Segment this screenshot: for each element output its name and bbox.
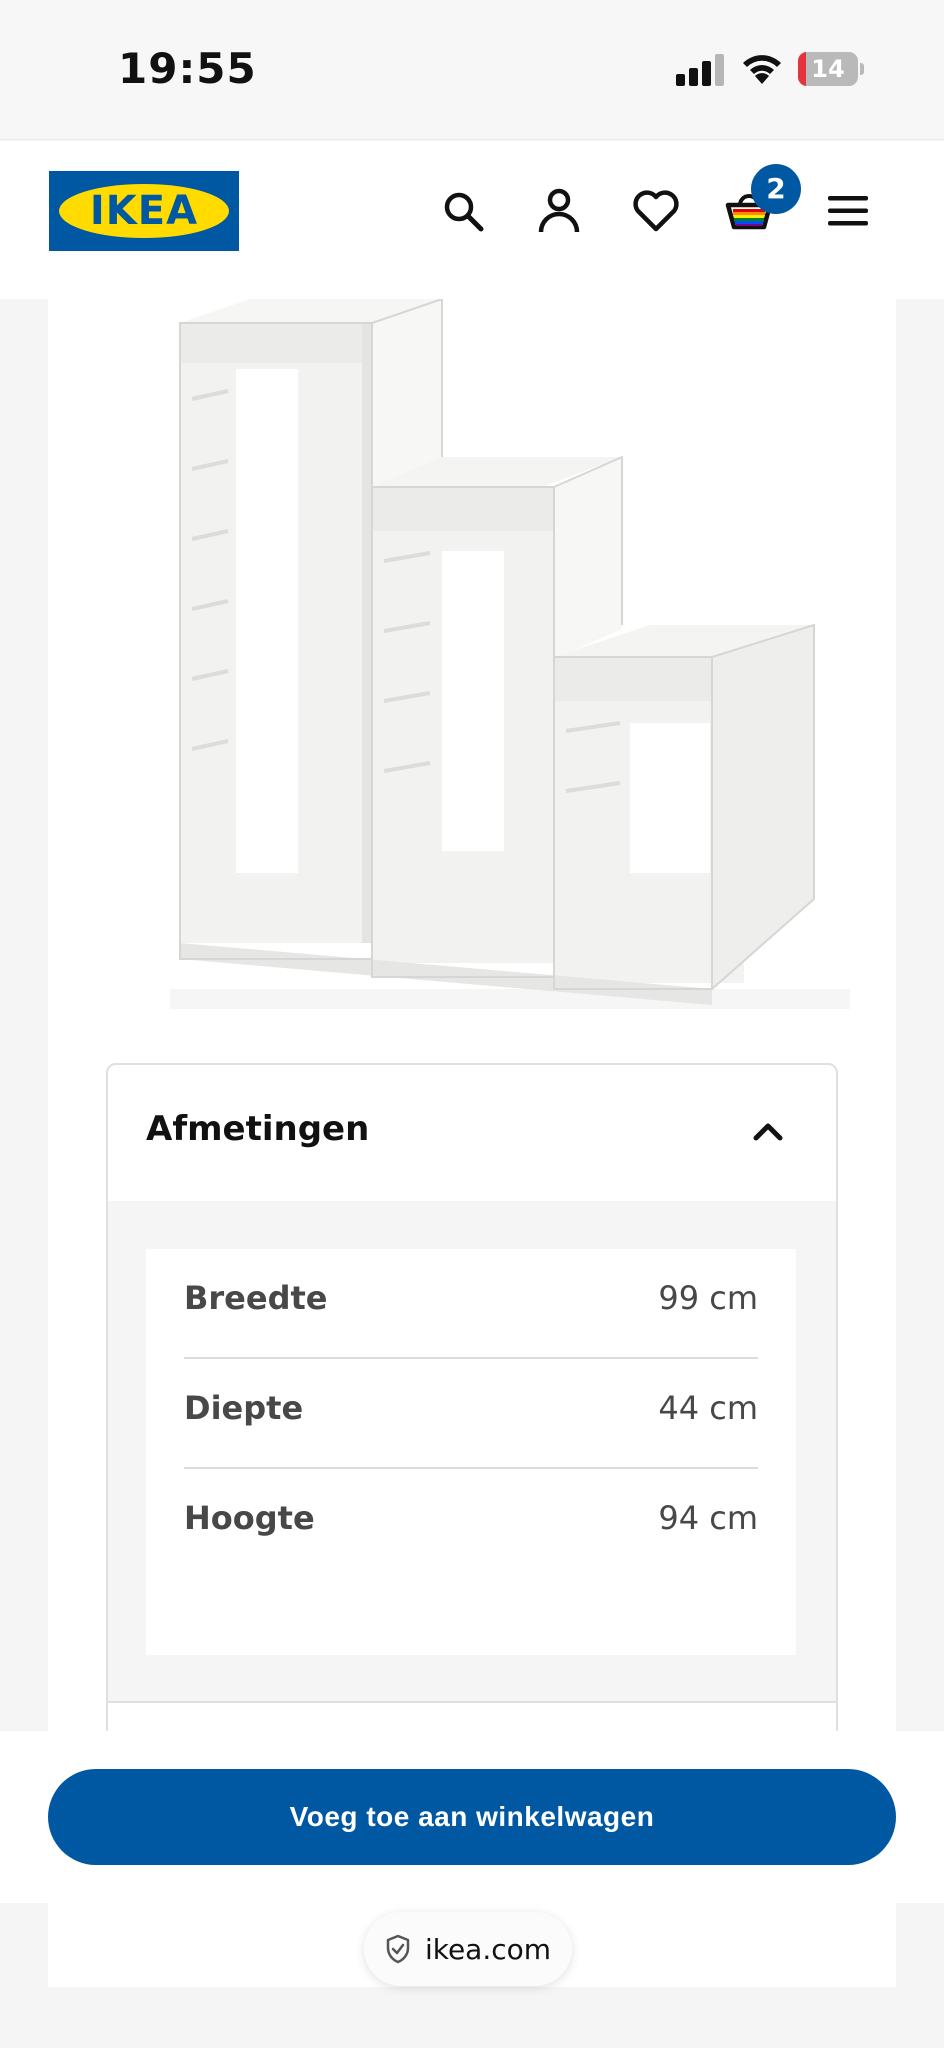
dimension-value: 44 cm xyxy=(658,1389,758,1427)
heart-icon[interactable] xyxy=(626,181,686,241)
dimensions-accordion-header[interactable]: Afmetingen xyxy=(108,1065,836,1201)
search-icon[interactable] xyxy=(433,181,493,241)
cart-count-badge: 2 xyxy=(751,164,801,214)
dimensions-accordion: Afmetingen Breedte 99 cm Diepte 44 cm Ho… xyxy=(106,1063,838,1763)
dimension-row-depth: Diepte 44 cm xyxy=(184,1359,758,1469)
dimension-label: Hoogte xyxy=(184,1499,315,1537)
dimension-value: 94 cm xyxy=(658,1499,758,1537)
chevron-up-icon[interactable] xyxy=(748,1111,788,1151)
page: 19:55 14 IKEA 2 Afmetingen Breedte 99 cm… xyxy=(0,0,944,2048)
dimension-label: Diepte xyxy=(184,1389,304,1427)
logo-text: IKEA xyxy=(89,188,199,234)
product-image[interactable] xyxy=(130,297,890,1019)
shield-check-icon xyxy=(386,1934,410,1964)
url-text: ikea.com xyxy=(424,1932,552,1966)
battery-level: 14 xyxy=(811,55,845,83)
dimension-row-height: Hoogte 94 cm xyxy=(184,1469,758,1579)
dimension-value: 99 cm xyxy=(658,1279,758,1317)
signal-icon xyxy=(676,54,724,86)
dimensions-table: Breedte 99 cm Diepte 44 cm Hoogte 94 cm xyxy=(146,1249,796,1655)
wifi-icon xyxy=(738,50,786,86)
add-to-cart-button[interactable]: Voeg toe aan winkelwagen xyxy=(48,1769,896,1865)
divider xyxy=(108,1701,836,1703)
ikea-logo[interactable]: IKEA xyxy=(49,171,239,251)
status-time: 19:55 xyxy=(118,44,257,93)
site-header: IKEA xyxy=(0,141,944,299)
browser-url-bar[interactable]: ikea.com xyxy=(364,1912,572,1986)
battery-icon: 14 xyxy=(798,52,864,86)
dimensions-title: Afmetingen xyxy=(146,1109,370,1149)
menu-icon[interactable] xyxy=(818,181,878,241)
dimension-label: Breedte xyxy=(184,1279,328,1317)
profile-icon[interactable] xyxy=(529,181,589,241)
status-bar: 19:55 14 xyxy=(0,0,944,140)
dimensions-panel: Breedte 99 cm Diepte 44 cm Hoogte 94 cm xyxy=(108,1201,836,1701)
sticky-cart-bar: Voeg toe aan winkelwagen xyxy=(0,1731,944,1903)
dimension-row-width: Breedte 99 cm xyxy=(184,1249,758,1359)
